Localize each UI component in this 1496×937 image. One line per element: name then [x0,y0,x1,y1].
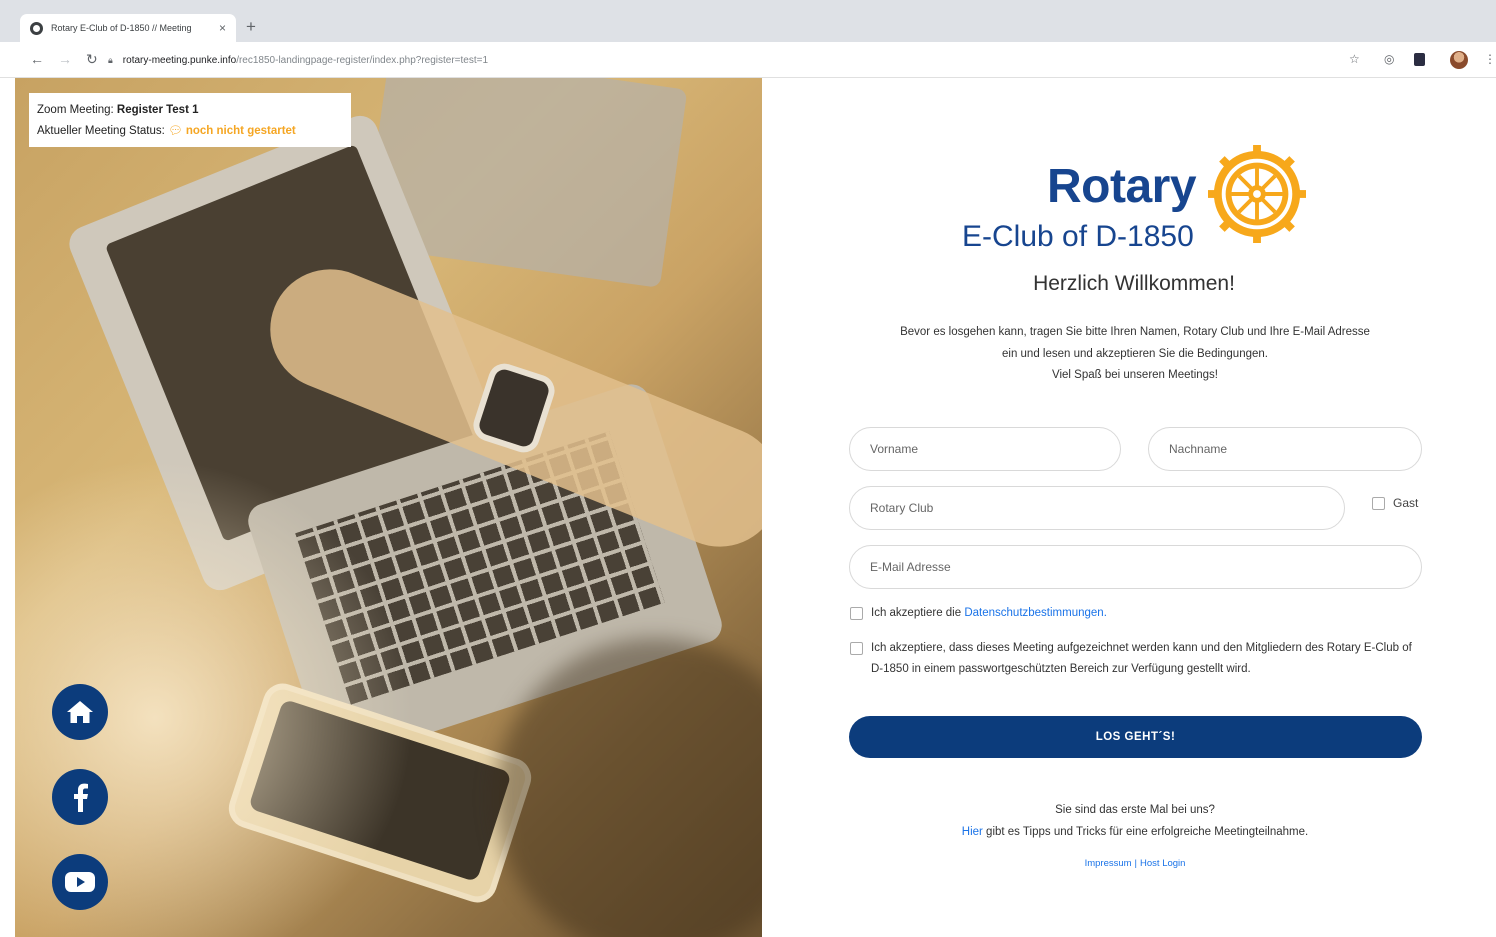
star-icon[interactable]: ☆ [1349,52,1360,66]
rotary-club-input[interactable] [849,486,1345,530]
privacy-suffix: . [1103,607,1107,619]
privacy-link[interactable]: Datenschutzbestimmungen [964,607,1103,619]
recording-text: Ich akzeptiere, dass dieses Meeting aufg… [871,642,1412,675]
menu-dots-icon[interactable]: ⋮ [1484,52,1496,66]
recording-consent: Ich akzeptiere, dass dieses Meeting aufg… [850,638,1416,680]
meeting-label: Zoom Meeting: [37,104,114,116]
guest-label: Gast [1393,496,1419,510]
privacy-consent: Ich akzeptiere die Datenschutzbestimmung… [850,603,1410,624]
submit-button[interactable]: LOS GEHT´S! [849,716,1422,758]
intro-text: Bevor es losgehen kann, tragen Sie bitte… [850,322,1420,387]
meeting-status-box: Zoom Meeting: Register Test 1 Aktueller … [29,93,351,147]
host-login-link[interactable]: Host Login [1140,858,1185,869]
footer-separator: | [1134,858,1138,869]
extension-icon[interactable]: ◎ [1384,52,1394,66]
guest-checkbox-box[interactable] [1372,496,1385,510]
rotary-wheel-icon [1208,145,1306,243]
profile-avatar[interactable] [1450,51,1468,69]
facebook-button[interactable] [52,769,108,825]
browser-tab[interactable]: Rotary E-Club of D-1850 // Meeting × [20,14,236,42]
first-time-question: Sie sind das erste Mal bei uns? [1055,804,1215,816]
lock-icon: 🔒︎ [108,54,113,65]
facebook-icon [74,783,88,812]
status-value: noch nicht gestartet [185,125,296,137]
email-input[interactable] [849,545,1422,589]
club-name: E-Club of D-1850 [962,220,1194,253]
extension-square-icon[interactable] [1414,53,1425,66]
tab-title: Rotary E-Club of D-1850 // Meeting [51,23,192,33]
first-time-tips: Hier gibt es Tipps und Tricks für eine e… [880,822,1390,844]
home-button[interactable] [52,684,108,740]
meeting-status-line: Aktueller Meeting Status: 💬︎ noch nicht … [37,121,343,142]
intro-line: ein und lesen und akzeptieren Sie die Be… [1002,347,1268,360]
privacy-checkbox[interactable] [850,607,863,620]
firstname-input[interactable] [849,427,1121,471]
url-input[interactable]: 🔒︎ rotary-meeting.punke.info /rec1850-la… [108,48,1388,72]
browser-tab-bar: Rotary E-Club of D-1850 // Meeting × + [0,0,1496,42]
youtube-icon [65,872,95,892]
welcome-heading: Herzlich Willkommen! [1033,272,1235,295]
reload-icon[interactable]: ↻ [86,51,98,68]
footer-links: Impressum | Host Login [900,858,1370,869]
hero-image [15,78,762,937]
tips-text: gibt es Tipps und Tricks für eine erfolg… [982,825,1309,838]
meeting-name: Register Test 1 [116,104,199,116]
youtube-button[interactable] [52,854,108,910]
meeting-name-line: Zoom Meeting: Register Test 1 [37,100,343,121]
recording-checkbox[interactable] [850,642,863,655]
chat-bubbles-icon: 💬︎ [168,125,183,137]
new-tab-icon[interactable]: + [246,17,256,37]
intro-line: Viel Spaß bei unseren Meetings! [1052,369,1218,381]
privacy-text: Ich akzeptiere die Datenschutzbestimmung… [871,603,1107,624]
impressum-link[interactable]: Impressum [1085,858,1132,869]
first-time-info: Sie sind das erste Mal bei uns? Hier gib… [880,800,1390,843]
intro-line: Bevor es losgehen kann, tragen Sie bitte… [900,326,1370,338]
forward-arrow-icon[interactable]: → [58,51,72,67]
tips-link[interactable]: Hier [962,826,983,838]
globe-icon [30,21,43,35]
lastname-input[interactable] [1148,427,1422,471]
url-host: rotary-meeting.punke.info [122,54,237,66]
status-label: Aktueller Meeting Status: [37,125,165,137]
back-arrow-icon[interactable]: ← [30,51,44,67]
home-icon [67,701,93,723]
address-bar: ← → ↻ 🔒︎ rotary-meeting.punke.info /rec1… [0,42,1496,78]
rotary-wordmark: Rotary [1047,160,1197,213]
privacy-prefix: Ich akzeptiere die [871,607,965,619]
url-path: /rec1850-landingpage-register/index.php?… [236,54,489,66]
close-tab-icon[interactable]: × [219,21,226,35]
guest-checkbox[interactable]: Gast [1372,496,1418,510]
